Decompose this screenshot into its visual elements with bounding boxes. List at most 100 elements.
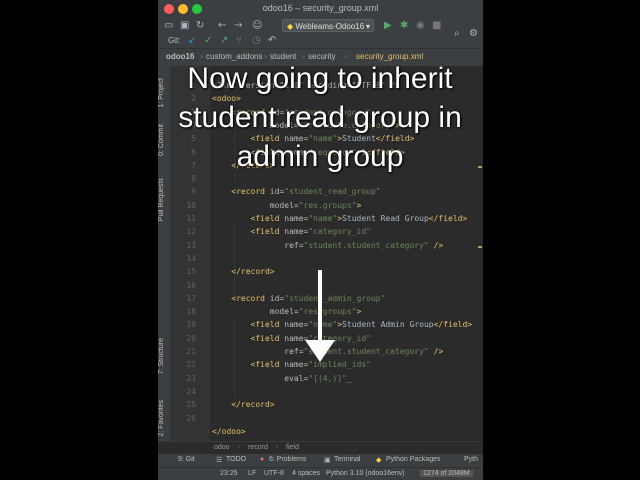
open-folder-icon[interactable]: ▭ <box>164 20 173 32</box>
tool-window-todo[interactable]: TODO <box>226 456 246 463</box>
run-icon[interactable]: ▶ <box>384 20 392 32</box>
code-token: <field <box>250 360 285 370</box>
xml-path-bar: odoo › record › field <box>158 441 483 455</box>
code-line: <field name="implied_ids" <box>212 360 371 369</box>
terminal-icon: ▣ <box>324 457 331 464</box>
window-title: odoo16 – security_group.xml <box>262 3 379 13</box>
back-icon[interactable]: ← <box>218 20 226 32</box>
python-icon: ◆ <box>287 22 294 31</box>
caption-line: admin group <box>236 140 404 173</box>
sidebar-tab-structure[interactable]: 7: Structure <box>158 338 170 374</box>
code-line: ref="student.student_category" /> <box>212 241 443 250</box>
line-number: 21 <box>186 347 196 356</box>
caption-line: Now going to inherit <box>187 62 453 95</box>
git-push-icon[interactable]: ↗ <box>220 35 228 47</box>
code-token: Student Read Group <box>342 214 429 223</box>
tool-window-terminal[interactable]: Terminal <box>334 456 360 463</box>
xml-path-record[interactable]: record <box>248 444 268 451</box>
code-token: <field <box>250 333 285 343</box>
caption-line: student read group in <box>178 101 462 134</box>
code-line: <field name="category_id" <box>212 227 371 236</box>
code-token: "res.groups" <box>298 200 357 210</box>
git-branch-icon[interactable]: ⑂ <box>236 35 242 47</box>
stop-icon[interactable]: ■ <box>432 20 441 32</box>
code-token: "res.groups" <box>298 307 357 317</box>
indent-guide <box>234 318 235 398</box>
indent-setting[interactable]: 4 spaces <box>292 470 320 477</box>
line-number: 19 <box>186 320 196 330</box>
rollback-icon[interactable]: ↶ <box>268 35 276 47</box>
code-token: /> <box>428 240 444 250</box>
code-token: name= <box>284 227 309 237</box>
sidebar-tab-pull-requests[interactable]: Pull Requests <box>158 178 170 221</box>
line-number: 11 <box>186 214 196 223</box>
code-token: > <box>356 200 362 210</box>
gear-icon[interactable]: ⚙ <box>469 28 478 40</box>
code-line: <field name="name">Student Read Group</f… <box>212 214 468 223</box>
code-token: model= <box>269 307 299 317</box>
line-number: 16 <box>186 280 196 290</box>
code-token: model= <box>269 200 299 210</box>
code-token: "name" <box>308 320 338 330</box>
git-commit-icon[interactable]: ✓ <box>204 35 212 47</box>
line-number: 26 <box>186 413 196 423</box>
code-token: "student.student_category" <box>303 240 429 250</box>
tool-window-python-console[interactable]: Pyth <box>464 456 478 463</box>
code-token: <field <box>250 320 285 330</box>
python-interpreter[interactable]: Python 3.10 (odoo16env) <box>326 470 405 477</box>
title-bar: odoo16 – security_group.xml <box>158 0 483 19</box>
code-token: "name" <box>308 214 338 223</box>
file-encoding[interactable]: UTF-8 <box>264 470 284 477</box>
code-line: <record id="student_admin_group" <box>212 294 385 303</box>
user-icon[interactable]: ☺ <box>252 20 262 32</box>
xml-path-field[interactable]: field <box>286 444 299 451</box>
tool-windows-bar: 9: Git ☰ TODO ● 6: Problems ▣ Terminal ◆… <box>158 454 483 467</box>
search-icon[interactable]: ⌕ <box>454 28 460 40</box>
scroll-marker <box>478 246 482 248</box>
coverage-icon[interactable]: ◉ <box>416 20 425 32</box>
forward-icon[interactable]: → <box>234 20 242 32</box>
tool-window-problems[interactable]: 6: Problems <box>269 456 306 463</box>
xml-path-odoo[interactable]: odoo <box>214 444 230 451</box>
tool-window-git[interactable]: 9: Git <box>178 456 195 463</box>
memory-indicator[interactable]: 1274 of 2048M <box>420 470 473 477</box>
line-separator[interactable]: LF <box>248 470 256 477</box>
code-line: <field name="name">Student Admin Group</… <box>212 320 473 330</box>
sync-icon[interactable]: ↻ <box>196 20 204 32</box>
run-configuration-label: Webleams-Odoo16 <box>295 22 365 31</box>
line-number: 12 <box>186 227 196 237</box>
code-token: <record <box>231 293 270 303</box>
code-line: </record> <box>212 400 274 409</box>
code-line: </record> <box>212 267 275 277</box>
code-token: name= <box>284 214 309 223</box>
run-configuration-select[interactable]: ◆ Webleams-Odoo16 ▾ <box>282 19 374 32</box>
caret-position[interactable]: 23:25 <box>220 470 238 477</box>
git-update-icon[interactable]: ↙ <box>188 35 196 47</box>
code-token: _ <box>346 373 352 383</box>
code-line: </odoo> <box>212 427 246 436</box>
code-token: </field> <box>428 214 468 223</box>
tool-window-python-packages[interactable]: Python Packages <box>386 456 440 463</box>
code-token: </record> <box>231 267 275 277</box>
code-token: ref= <box>284 240 304 250</box>
line-number: 23 <box>186 373 196 383</box>
history-icon[interactable]: ◷ <box>252 35 261 47</box>
main-toolbar: ▭ ▣ ↻ ← → ☺ ◆ Webleams-Odoo16 ▾ ▶ ✱ ◉ ■ … <box>158 18 483 48</box>
code-token: eval= <box>284 373 309 383</box>
debug-icon[interactable]: ✱ <box>400 20 408 32</box>
code-token: "student_read_group" <box>284 187 381 197</box>
save-icon[interactable]: ▣ <box>180 20 189 32</box>
code-token: "category_id" <box>308 227 371 237</box>
sidebar-tab-favorites[interactable]: 2: Favorites <box>158 400 170 437</box>
code-token: <record <box>231 187 270 197</box>
code-line: model="res.groups"> <box>212 307 362 317</box>
